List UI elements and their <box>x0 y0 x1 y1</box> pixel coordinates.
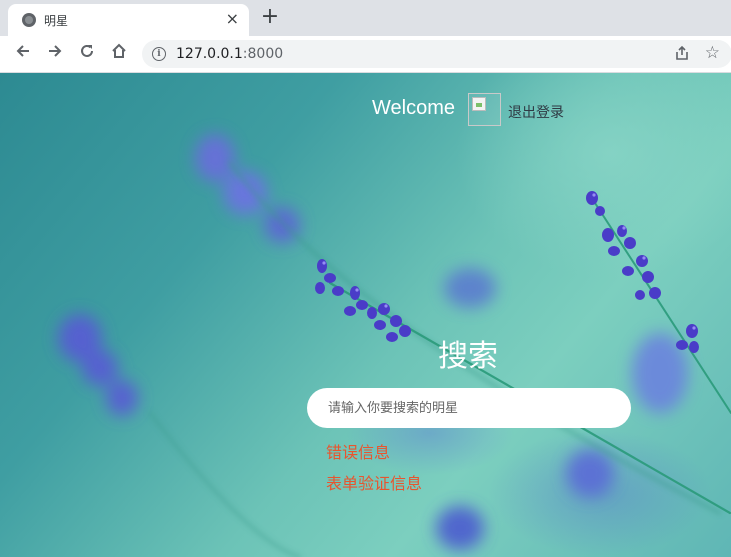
form-validation-message: 表单验证信息 <box>326 474 423 493</box>
share-icon[interactable] <box>674 45 690 65</box>
reload-icon[interactable] <box>75 42 99 66</box>
new-tab-button[interactable]: + <box>258 6 282 30</box>
tab-title: 明星 <box>44 14 69 28</box>
info-icon[interactable]: i <box>152 47 166 61</box>
error-message: 错误信息 <box>326 443 391 462</box>
close-tab-icon[interactable]: × <box>226 9 239 29</box>
search-title: 搜索 <box>438 339 498 374</box>
welcome-text: Welcome <box>372 97 455 119</box>
page-content: Welcome 退出登录 搜索 错误信息 表单验证信息 <box>0 73 731 557</box>
broken-image-icon <box>472 97 486 111</box>
search-input[interactable] <box>307 388 631 428</box>
browser-tab[interactable]: 明星 × <box>8 4 249 36</box>
globe-icon <box>22 13 36 27</box>
star-icon[interactable]: ☆ <box>705 43 720 63</box>
avatar <box>468 93 501 126</box>
tab-bar: 明星 × + <box>0 0 731 36</box>
logout-link[interactable]: 退出登录 <box>508 102 564 122</box>
forward-arrow-icon[interactable] <box>43 42 67 66</box>
url-text[interactable]: 127.0.0.1:8000 <box>176 46 283 62</box>
home-icon[interactable] <box>107 42 131 66</box>
address-bar[interactable]: i 127.0.0.1:8000 ☆ <box>142 40 731 68</box>
browser-toolbar: i 127.0.0.1:8000 ☆ <box>0 36 731 73</box>
back-arrow-icon[interactable] <box>11 42 35 66</box>
